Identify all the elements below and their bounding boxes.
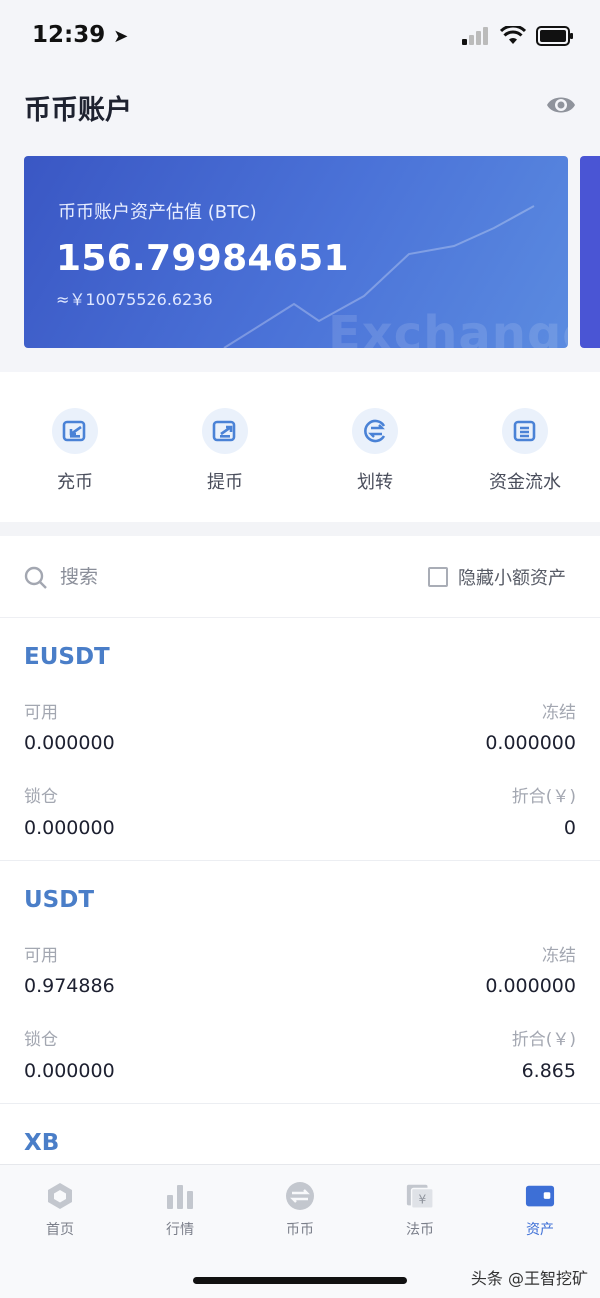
- account-header: 币币账户 Exchange 币币账户资产估值 (BTC) 156.7998465…: [0, 72, 600, 372]
- ledger-label: 资金流水: [489, 472, 561, 493]
- status-time: 12:39 ➤: [32, 22, 128, 48]
- tab-assets-label: 资产: [526, 1222, 554, 1238]
- exchange-icon: [285, 1181, 315, 1211]
- svg-text:¥: ¥: [418, 1193, 426, 1207]
- available-label: 可用: [24, 703, 58, 723]
- asset-name: EUSDT: [24, 644, 110, 670]
- market-icon: [165, 1181, 195, 1211]
- clock-text: 12:39: [32, 22, 106, 48]
- quick-actions: 充币 提币 划转 资金流水: [0, 372, 600, 522]
- asset-row-xb[interactable]: XB: [0, 1104, 600, 1164]
- bottom-tab-bar: 首页 行情 币币 ¥ 法币 资产 头条 @王智挖矿: [0, 1164, 600, 1298]
- ledger-button[interactable]: 资金流水: [450, 372, 600, 522]
- search-input[interactable]: [60, 560, 310, 594]
- location-arrow-icon: ➤: [113, 26, 129, 47]
- withdraw-icon: [202, 408, 248, 454]
- tab-exchange[interactable]: 币币: [240, 1165, 360, 1249]
- asset-valuation-card[interactable]: Exchange 币币账户资产估值 (BTC) 156.79984651 ≈￥1…: [24, 156, 568, 348]
- frozen-value: 0.000000: [485, 732, 576, 754]
- asset-row-usdt[interactable]: USDT 可用 冻结 0.974886 0.000000 锁仓 折合(￥) 0.…: [0, 861, 600, 1103]
- available-value: 0.974886: [24, 975, 115, 997]
- cellular-signal-icon: [462, 27, 488, 45]
- deposit-label: 充币: [57, 472, 93, 493]
- tab-market[interactable]: 行情: [120, 1165, 240, 1249]
- frozen-label: 冻结: [542, 703, 576, 723]
- locked-value: 0.000000: [24, 817, 115, 839]
- home-indicator[interactable]: [193, 1277, 407, 1284]
- hide-small-assets-checkbox[interactable]: [428, 567, 448, 587]
- tab-market-label: 行情: [166, 1222, 194, 1238]
- search-icon: [24, 566, 47, 589]
- withdraw-button[interactable]: 提币: [150, 372, 300, 522]
- source-watermark: 头条 @王智挖矿: [470, 1269, 588, 1288]
- hide-small-assets-label: 隐藏小额资产: [458, 568, 566, 589]
- asset-row-eusdt[interactable]: EUSDT 可用 冻结 0.000000 0.000000 锁仓 折合(￥) 0…: [0, 618, 600, 860]
- section-divider: [0, 522, 600, 536]
- tab-home[interactable]: 首页: [0, 1165, 120, 1249]
- tab-fiat-label: 法币: [406, 1222, 434, 1238]
- deposit-icon: [52, 408, 98, 454]
- transfer-label: 划转: [357, 472, 393, 493]
- frozen-value: 0.000000: [485, 975, 576, 997]
- wifi-icon: [500, 26, 526, 44]
- valuation-label: 币币账户资产估值 (BTC): [58, 202, 257, 223]
- ledger-icon: [502, 408, 548, 454]
- tab-exchange-label: 币币: [286, 1222, 314, 1238]
- valuation-value: 156.79984651: [56, 238, 349, 279]
- wallet-icon: [525, 1181, 555, 1211]
- transfer-button[interactable]: 划转: [300, 372, 450, 522]
- tab-fiat[interactable]: ¥ 法币: [360, 1165, 480, 1249]
- available-value: 0.000000: [24, 732, 115, 754]
- converted-label: 折合(￥): [511, 1030, 576, 1050]
- transfer-icon: [352, 408, 398, 454]
- locked-value: 0.000000: [24, 1060, 115, 1082]
- page-title: 币币账户: [24, 95, 132, 126]
- search-bar: 隐藏小额资产: [0, 536, 600, 618]
- available-label: 可用: [24, 946, 58, 966]
- valuation-fiat: ≈￥10075526.6236: [56, 290, 213, 309]
- asset-name: XB: [24, 1130, 60, 1156]
- next-card-peek[interactable]: [580, 156, 600, 348]
- converted-value: 0: [563, 817, 576, 839]
- eye-icon[interactable]: [546, 92, 576, 118]
- card-watermark: Exchange: [328, 306, 568, 348]
- deposit-button[interactable]: 充币: [0, 372, 150, 522]
- withdraw-label: 提币: [207, 472, 243, 493]
- tab-assets[interactable]: 资产: [480, 1165, 600, 1249]
- locked-label: 锁仓: [24, 787, 58, 807]
- asset-name: USDT: [24, 887, 95, 913]
- locked-label: 锁仓: [24, 1030, 58, 1050]
- tab-home-label: 首页: [46, 1222, 74, 1238]
- battery-icon: [536, 26, 573, 46]
- status-bar: 12:39 ➤: [0, 0, 600, 72]
- hide-small-assets-toggle[interactable]: 隐藏小额资产: [428, 564, 566, 590]
- converted-value: 6.865: [521, 1060, 576, 1082]
- status-indicators: [462, 26, 574, 46]
- home-icon: [45, 1181, 75, 1211]
- fiat-icon: ¥: [405, 1181, 435, 1211]
- converted-label: 折合(￥): [511, 787, 576, 807]
- frozen-label: 冻结: [542, 946, 576, 966]
